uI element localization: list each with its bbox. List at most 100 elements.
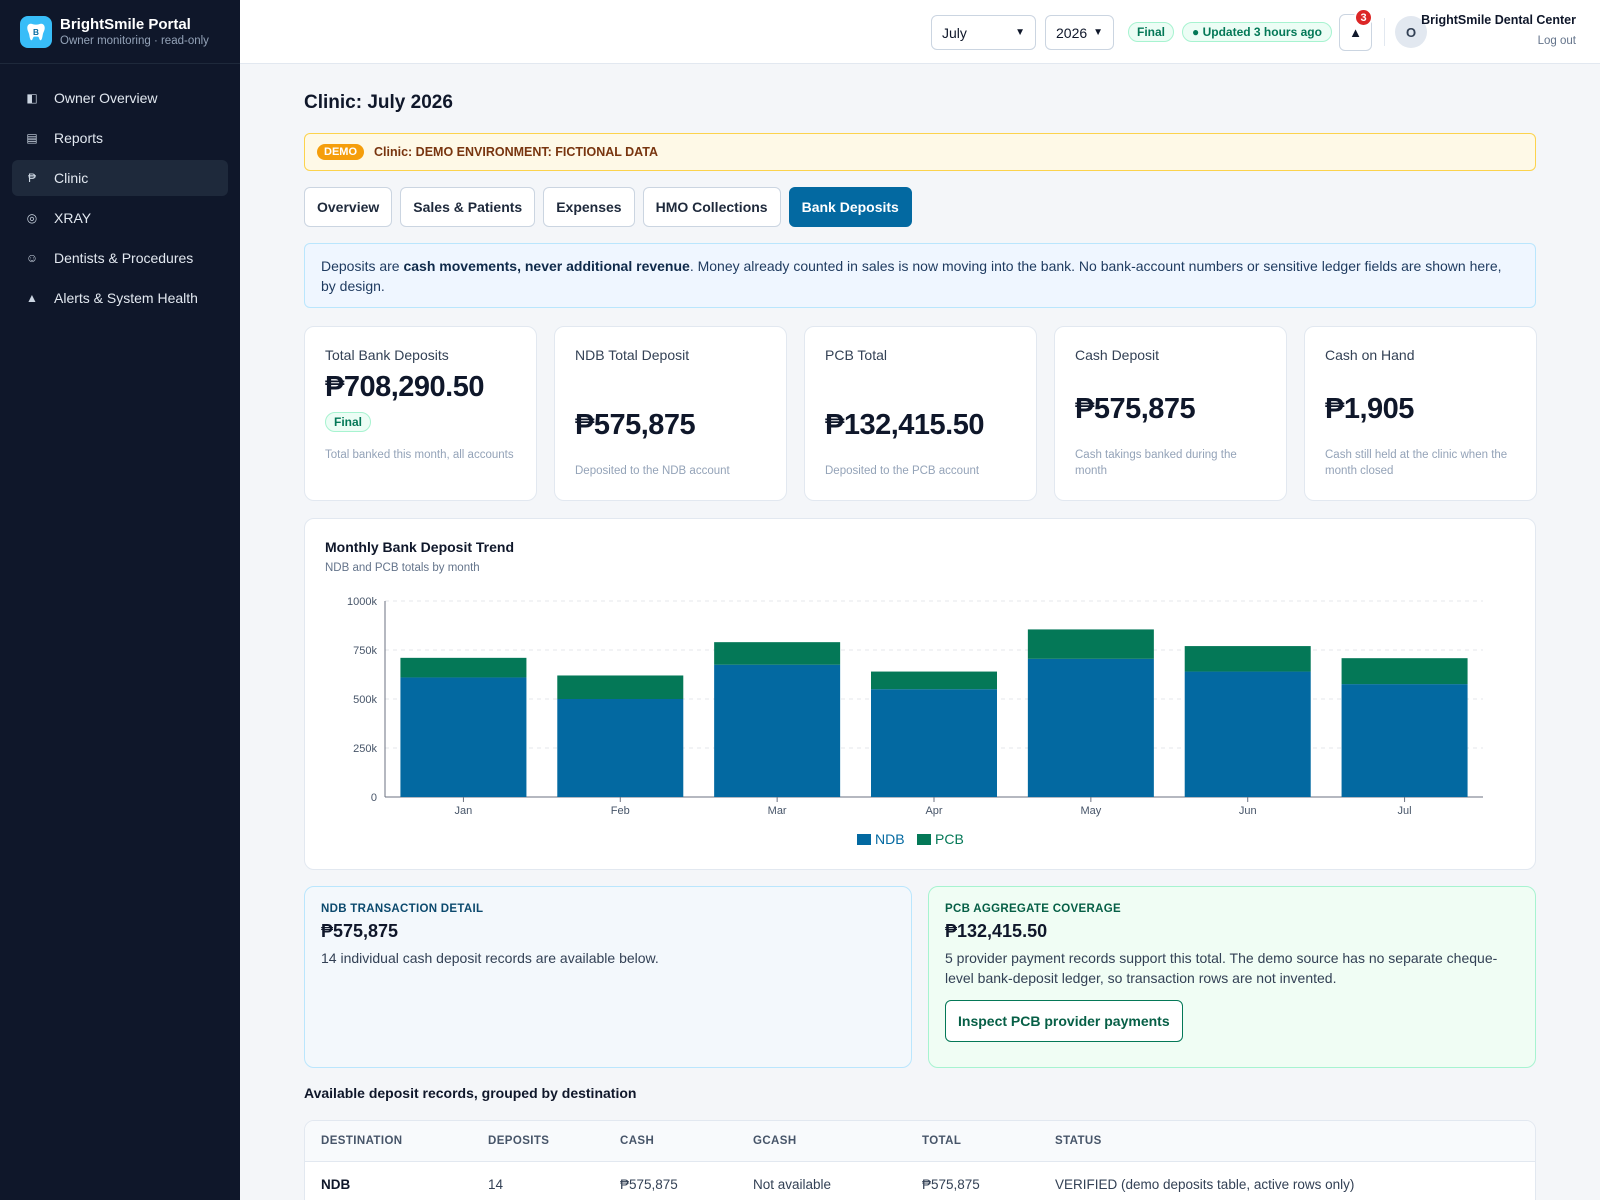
bar-pcb-feb (557, 675, 684, 699)
logout-link[interactable]: Log out (1538, 35, 1576, 47)
sidebar-item-label: Alerts & System Health (54, 290, 198, 306)
year-select-value: 2026 (1056, 24, 1088, 41)
bar-ndb-may (1027, 658, 1154, 797)
table-header: DESTINATION DEPOSITS CASH GCASH TOTAL ST… (305, 1121, 1535, 1162)
bar-ndb-mar (714, 664, 841, 797)
ndb-transaction-detail-card: NDB TRANSACTION DETAIL ₱575,875 14 indiv… (304, 886, 912, 1068)
table-cell: 14 (488, 1177, 504, 1192)
bar-pcb-apr (871, 671, 997, 690)
kpi-description: Deposited to the NDB account (575, 465, 730, 477)
brand[interactable]: B BrightSmile Portal Owner monitoring · … (0, 0, 240, 64)
sidebar-item-dentists-procedures[interactable]: ☺ Dentists & Procedures (12, 240, 228, 276)
kpi-value: ₱1,905 (1325, 393, 1414, 425)
detail-label: NDB TRANSACTION DETAIL (321, 903, 484, 915)
kpi-card-cash-on-hand: Cash on Hand ₱1,905 Cash still held at t… (1304, 326, 1537, 501)
detail-text: 14 individual cash deposit records are a… (321, 950, 659, 966)
x-tick-label: Mar (768, 805, 787, 817)
tab-bank-deposits[interactable]: Bank Deposits (788, 187, 912, 227)
demo-tag: DEMO (317, 144, 364, 160)
pcb-aggregate-coverage-card: PCB AGGREGATE COVERAGE ₱132,415.50 5 pro… (928, 886, 1536, 1068)
sidebar-item-xray[interactable]: ◎ XRAY (12, 200, 228, 236)
xray-icon: ◎ (26, 211, 38, 225)
updated-status-badge: ● Updated 3 hours ago (1182, 22, 1332, 42)
table-cell: ₱575,875 (922, 1177, 980, 1192)
kpi-value: ₱132,415.50 (825, 409, 984, 441)
kpi-row: Total Bank Deposits ₱708,290.50 Final To… (304, 326, 1537, 501)
column-header: STATUS (1055, 1135, 1102, 1147)
sidebar-item-clinic[interactable]: ₱ Clinic (12, 160, 228, 196)
tooth-logo-icon: B (20, 15, 52, 48)
column-header: TOTAL (922, 1135, 962, 1147)
detail-value: ₱575,875 (321, 921, 399, 941)
kpi-label: PCB Total (825, 347, 887, 363)
sidebar-item-label: Dentists & Procedures (54, 250, 194, 266)
chart-subtitle: NDB and PCB totals by month (325, 562, 480, 574)
table-row[interactable]: NDB 14 ₱575,875 Not available ₱575,875 V… (305, 1162, 1535, 1200)
kpi-value: ₱708,290.50 (325, 371, 484, 403)
x-tick-label: Jun (1239, 805, 1257, 817)
inspect-pcb-payments-button[interactable]: Inspect PCB provider payments (945, 1000, 1183, 1042)
y-tick-label: 250k (353, 743, 377, 755)
kpi-card-cash-deposit: Cash Deposit ₱575,875 Cash takings banke… (1054, 326, 1287, 501)
kpi-value: ₱575,875 (575, 409, 696, 441)
sidebar: B BrightSmile Portal Owner monitoring · … (0, 0, 240, 1200)
info-text-prefix: Deposits are (321, 258, 404, 274)
kpi-description: Cash takings banked during the month (1075, 449, 1237, 477)
column-header: DESTINATION (321, 1135, 403, 1147)
tab-hmo-collections[interactable]: HMO Collections (642, 187, 781, 227)
detail-label: PCB AGGREGATE COVERAGE (945, 903, 1121, 915)
bar-ndb-jun (1184, 671, 1311, 797)
column-header: GCASH (753, 1135, 797, 1147)
table-cell: NDB (321, 1177, 351, 1192)
year-select[interactable]: 2026 ▼ (1045, 15, 1114, 50)
alert-triangle-icon: ▲ (1349, 25, 1362, 40)
y-tick-label: 1000k (347, 596, 377, 608)
demo-banner: DEMO Clinic: DEMO ENVIRONMENT: FICTIONAL… (304, 133, 1536, 171)
final-status-badge: Final (325, 412, 372, 432)
sidebar-nav: ◧ Owner Overview ▤ Reports ₱ Clinic ◎ XRAY ☺… (0, 64, 240, 332)
peso-icon: ₱ (27, 171, 36, 185)
month-select[interactable]: July ▼ (931, 15, 1036, 50)
x-tick-label: Apr (925, 805, 942, 817)
tab-expenses[interactable]: Expenses (543, 187, 635, 227)
legend-swatch-pcb (917, 834, 931, 845)
kpi-value: ₱575,875 (1075, 393, 1196, 425)
x-tick-label: May (1080, 805, 1101, 817)
bar-ndb-jan (400, 677, 527, 797)
tab-overview[interactable]: Overview (304, 187, 393, 227)
deposit-trend-chart-card: 0 250k 500k 750k 1000k Jan Feb Mar Apr May Jun Jul N… (304, 518, 1536, 870)
bar-ndb-jul (1341, 684, 1468, 797)
deposit-records-table: DESTINATION DEPOSITS CASH GCASH TOTAL ST… (304, 1120, 1536, 1200)
chevron-down-icon: ▼ (1015, 27, 1025, 38)
y-tick-label: 750k (353, 645, 377, 657)
legend-label-ndb: NDB (875, 831, 905, 847)
detail-text: 5 provider payment records support this … (945, 950, 1498, 986)
kpi-label: Cash on Hand (1325, 347, 1415, 363)
sidebar-item-label: Reports (54, 130, 104, 146)
sidebar-item-owner-overview[interactable]: ◧ Owner Overview (12, 80, 228, 116)
x-tick-label: Feb (611, 805, 630, 817)
bar-pcb-mar (714, 642, 841, 665)
column-header: CASH (620, 1135, 655, 1147)
tab-sales-patients[interactable]: Sales & Patients (400, 187, 536, 227)
legend-swatch-ndb (857, 834, 871, 845)
top-bar: July ▼ 2026 ▼ Final ● Updated 3 hours ag… (240, 0, 1600, 64)
chart-title: Monthly Bank Deposit Trend (325, 539, 515, 555)
x-tick-label: Jul (1398, 805, 1412, 817)
sidebar-item-label: Clinic (54, 170, 89, 186)
bar-pcb-jun (1184, 646, 1311, 672)
kpi-card-ndb-total-deposit: NDB Total Deposit ₱575,875 Deposited to … (554, 326, 787, 501)
svg-text:B: B (33, 27, 39, 36)
column-header: DEPOSITS (488, 1135, 550, 1147)
final-status-badge: Final (1128, 22, 1175, 42)
sidebar-item-alerts-system-health[interactable]: ▲ Alerts & System Health (12, 280, 228, 316)
kpi-card-total-bank-deposits: Total Bank Deposits ₱708,290.50 Final To… (304, 326, 537, 501)
page-title: Clinic: July 2026 (304, 92, 453, 113)
bar-pcb-jan (400, 657, 527, 678)
sidebar-item-label: Owner Overview (54, 90, 158, 106)
month-select-value: July (942, 24, 967, 41)
sidebar-item-reports[interactable]: ▤ Reports (12, 120, 228, 156)
table-cell: ₱575,875 (620, 1177, 678, 1192)
kpi-label: NDB Total Deposit (575, 347, 690, 363)
bar-pcb-may (1027, 629, 1154, 659)
